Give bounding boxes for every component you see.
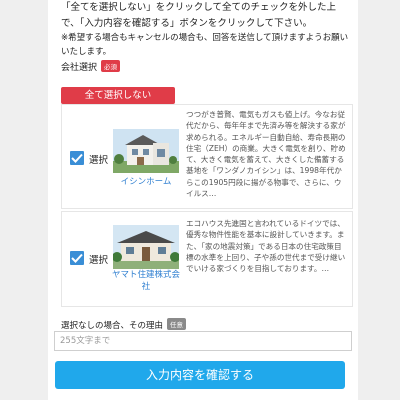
company-card: 選択 ヤマト住建株式会社 エコハウス先進国と言われているドイツでは、優秀な物件性… [61, 211, 353, 307]
reason-input[interactable]: 255文字まで [54, 331, 352, 351]
company-select-label-text: 会社選択 [61, 63, 98, 73]
checkmark-icon [71, 153, 83, 163]
checkbox-label: 選択 [89, 255, 109, 266]
survey-form: 「全てを選択しない」をクリックして全てのチェックを外した上で、「入力内容を確認す… [48, 0, 358, 400]
company-card: 選択 イシンホーム つつがき普賢、電気もガスも値上げ。今なお従代だから、毎年年ま… [61, 104, 353, 209]
checkbox-label: 選択 [89, 155, 109, 166]
company-select-label: 会社選択 必須 [61, 60, 121, 73]
company-description: エコハウス先進国と言われているドイツでは、優秀な物件性能を基本に設計していきます… [186, 219, 346, 274]
intro-text: 「全てを選択しない」をクリックして全てのチェックを外した上で、「入力内容を確認す… [61, 2, 337, 29]
company-description: つつがき普賢、電気もガスも値上げ。今なお従代だから、毎年年まで先済み等を解決する… [186, 110, 346, 199]
deselect-all-button[interactable]: 全て選択しない [61, 87, 175, 104]
company-checkbox[interactable] [70, 251, 84, 265]
confirm-button[interactable]: 入力内容を確認する [55, 361, 345, 389]
note-text: ※希望する場合もキャンセルの場合も、回答を送信して頂けますようお願いいたします。 [61, 33, 349, 57]
reason-label: 選択なしの場合、その理由 任意 [61, 318, 187, 331]
reason-label-text: 選択なしの場合、その理由 [61, 321, 164, 331]
company-name-link[interactable]: ヤマト住建株式会社 [109, 269, 183, 293]
checkmark-icon [71, 253, 83, 263]
house-photo [113, 129, 179, 173]
company-name-link[interactable]: イシンホーム [113, 176, 179, 188]
house-photo [113, 225, 179, 269]
optional-badge: 任意 [167, 318, 187, 330]
company-checkbox[interactable] [70, 151, 84, 165]
required-badge: 必須 [101, 60, 121, 72]
